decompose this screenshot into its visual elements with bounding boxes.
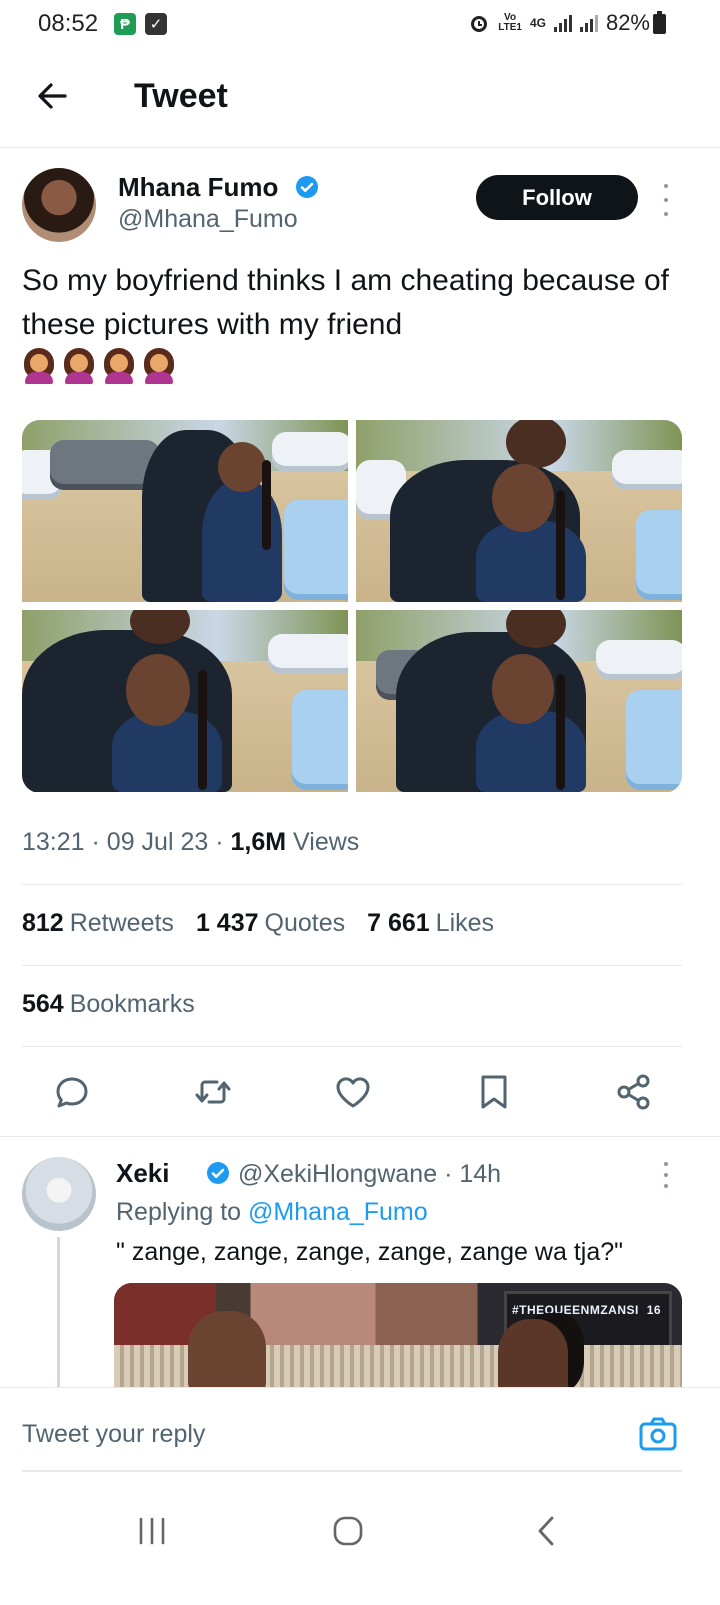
tweet-photo-4[interactable] [356, 610, 682, 792]
share-icon [617, 1074, 650, 1110]
reply-media-image[interactable]: #THEQUEENMZANSI 16 [114, 1283, 682, 1393]
battery-percent: 82% [605, 10, 650, 35]
verified-badge-icon [207, 1162, 229, 1184]
volte-icon: Vo LTE1 [498, 13, 522, 33]
reply-media-badge: 16 [646, 1303, 662, 1317]
follow-button[interactable]: Follow [476, 175, 638, 220]
views-label: Views [293, 828, 360, 856]
bookmarks-label: Bookmarks [69, 990, 195, 1018]
divider [22, 965, 682, 966]
bookmark-button[interactable] [474, 1072, 514, 1112]
volte-bottom-label: LTE1 [498, 22, 522, 33]
status-time: 08:52 [38, 10, 99, 37]
signal-icon-2 [579, 14, 598, 32]
page-title: Tweet [134, 77, 228, 115]
back-arrow-icon [38, 83, 67, 109]
tweet-actions [22, 1062, 682, 1122]
author-name[interactable]: Mhana Fumo [118, 172, 278, 203]
reply-button[interactable] [52, 1072, 92, 1112]
tweet-timestamp: 13:21 · 09 Jul 23 · 1,6M Views [22, 828, 360, 856]
tweet-photo-2[interactable] [356, 420, 682, 602]
reply-composer: Tweet your reply [0, 1387, 720, 1472]
tweet-text: So my boyfriend thinks I am cheating bec… [22, 264, 670, 341]
views-count: 1,6M [230, 828, 287, 856]
signal-icon-1 [553, 14, 572, 32]
tweet-photo-3[interactable] [22, 610, 348, 792]
reply-text: " zange, zange, zange, zange, zange wa t… [116, 1238, 623, 1266]
recent-apps-button[interactable] [122, 1507, 182, 1555]
home-button[interactable] [318, 1507, 378, 1555]
section-divider [0, 1136, 720, 1137]
like-button[interactable] [333, 1072, 373, 1112]
retweets-label: Retweets [69, 909, 174, 937]
composer-underline [22, 1470, 682, 1472]
status-bar: 08:52 ₱ ✓ Vo LTE1 4G 82% [0, 0, 720, 50]
divider [22, 1046, 682, 1047]
woman-shrugging-emoji [22, 348, 56, 384]
camera-icon[interactable] [638, 1416, 678, 1452]
verified-badge-icon [296, 176, 318, 198]
status-right-icons: Vo LTE1 4G 82% [468, 10, 668, 36]
tweet-emojis [22, 348, 176, 384]
reply-input[interactable]: Tweet your reply [22, 1420, 205, 1449]
woman-shrugging-emoji [142, 348, 176, 384]
chevron-left-icon [538, 1516, 554, 1546]
checkbox-icon: ✓ [145, 13, 167, 35]
reply-icon [56, 1077, 88, 1108]
tweet-date: 09 Jul 23 [106, 828, 209, 856]
alarm-icon [471, 16, 488, 32]
share-button[interactable] [614, 1072, 654, 1112]
system-back-button[interactable] [516, 1507, 576, 1555]
bookmarks-stat[interactable]: 564 Bookmarks [22, 990, 195, 1019]
reply-author-handle-line: @XekiHlongwane · 14h [238, 1160, 502, 1188]
likes-count: 7 661 [367, 909, 430, 937]
bookmark-icon [481, 1075, 506, 1109]
back-button[interactable] [28, 72, 76, 120]
author-handle[interactable]: @Mhana_Fumo [118, 205, 298, 234]
likes-stat[interactable]: 7 661 Likes [367, 909, 494, 938]
battery-icon [653, 11, 666, 34]
recent-apps-icon [139, 1517, 165, 1545]
retweet-button[interactable] [193, 1072, 233, 1112]
engagement-stats: 812 Retweets 1 437 Quotes 7 661 Likes [22, 909, 494, 938]
replying-to-line: Replying to @Mhana_Fumo [116, 1198, 428, 1227]
retweet-icon [195, 1080, 230, 1104]
reply-more-options-icon[interactable] [658, 1160, 674, 1190]
network-type-icon: 4G [529, 16, 546, 30]
reply-thread-line [57, 1237, 60, 1387]
system-nav-bar [0, 1473, 720, 1605]
p-app-icon: ₱ [114, 13, 136, 35]
reply-author-handle[interactable]: @XekiHlongwane [238, 1160, 437, 1188]
likes-label: Likes [435, 909, 495, 937]
status-notification-icons: ₱ ✓ [114, 13, 167, 35]
retweets-count: 812 [22, 909, 64, 937]
tweet-time: 13:21 [22, 828, 85, 856]
quotes-stat[interactable]: 1 437 Quotes [196, 909, 345, 938]
woman-shrugging-emoji [102, 348, 136, 384]
reply-media-caption: #THEQUEENMZANSI 16 [512, 1303, 661, 1317]
reply-age: 14h [459, 1160, 502, 1188]
bookmarks-count: 564 [22, 990, 64, 1018]
reply-media-label: #THEQUEENMZANSI [512, 1303, 639, 1317]
woman-shrugging-emoji [62, 348, 96, 384]
tweet-media-grid [22, 420, 682, 793]
home-icon [333, 1516, 363, 1546]
quotes-label: Quotes [264, 909, 346, 937]
reply-author-avatar[interactable] [22, 1157, 96, 1231]
author-avatar[interactable] [22, 168, 96, 242]
top-app-bar: Tweet [0, 50, 720, 148]
replying-to-prefix: Replying to [116, 1198, 242, 1226]
reply-author-name[interactable]: Xeki [116, 1158, 170, 1189]
replying-to-mention[interactable]: @Mhana_Fumo [248, 1198, 428, 1226]
more-options-icon[interactable] [658, 180, 674, 220]
quotes-count: 1 437 [195, 909, 259, 937]
retweets-stat[interactable]: 812 Retweets [22, 909, 174, 938]
like-icon [336, 1077, 370, 1108]
tweet-photo-1[interactable] [22, 420, 348, 602]
divider [22, 884, 682, 885]
